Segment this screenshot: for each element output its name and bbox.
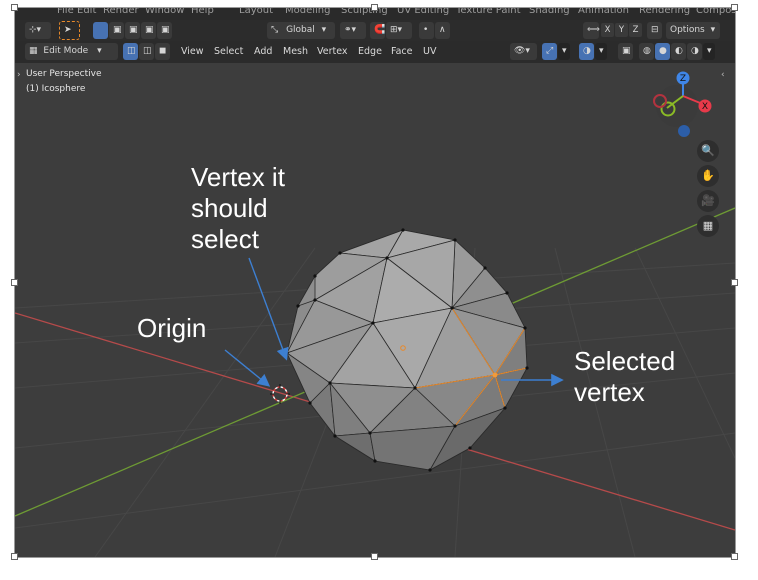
- gizmo-toggle[interactable]: ⤢: [542, 43, 557, 60]
- resize-handle-bottom-left[interactable]: [11, 553, 18, 560]
- pan-hand-icon[interactable]: ✋: [697, 165, 719, 187]
- tab-uv-editing[interactable]: UV Editing: [397, 8, 449, 16]
- tab-compositing[interactable]: Compositing: [696, 8, 735, 16]
- annotation-selected-vertex: Selected vertex: [574, 346, 676, 407]
- snap-toggle[interactable]: 🧲: [370, 22, 385, 39]
- annotation-target-vertex: Vertex it should select: [191, 162, 285, 254]
- tab-modeling[interactable]: Modeling: [285, 8, 331, 16]
- blender-window: Z X File Edit Render Window Help Layout …: [15, 8, 735, 557]
- resize-handle-top[interactable]: [371, 4, 378, 11]
- gizmo-z-label: Z: [680, 74, 686, 84]
- select-intersect-icon[interactable]: ▣: [157, 22, 172, 39]
- tab-shading[interactable]: Shading: [529, 8, 570, 16]
- n-panel-toggle-icon[interactable]: ‹: [721, 70, 725, 80]
- snap-target-dropdown[interactable]: ⊞▾: [386, 22, 412, 39]
- menu-uv[interactable]: UV: [423, 44, 436, 60]
- resize-handle-right[interactable]: [731, 279, 738, 286]
- wireframe-shading-button[interactable]: ◍: [639, 43, 654, 60]
- menu-vertex[interactable]: Vertex: [317, 44, 348, 60]
- face-select-mode-button[interactable]: ◼: [155, 43, 170, 60]
- mirror-y-toggle[interactable]: Y: [615, 23, 628, 37]
- menu-help[interactable]: Help: [191, 8, 214, 16]
- mirror-x-toggle[interactable]: X: [601, 23, 614, 37]
- menu-render[interactable]: Render: [103, 8, 139, 16]
- overlays-dropdown[interactable]: ▾: [595, 43, 607, 60]
- proportional-edit-toggle[interactable]: •: [419, 22, 434, 39]
- resize-handle-top-left[interactable]: [11, 4, 18, 11]
- orientation-icon: ⤡: [271, 25, 279, 35]
- menu-file[interactable]: File: [57, 8, 74, 16]
- material-shading-button[interactable]: ◐: [671, 43, 686, 60]
- view-perspective-label: User Perspective: [26, 69, 102, 79]
- tab-texture-paint[interactable]: Texture Paint: [456, 8, 521, 16]
- tool-header: ⊹▾ ➤ ▣ ▣ ▣ ▣ ⤡ Global ▾ ⚭▾ 🧲 ⊞▾ • ∧ ⟺ X …: [15, 20, 735, 41]
- viewport-canvas[interactable]: Z X: [15, 8, 735, 557]
- navigation-gizmo: Z X: [653, 71, 712, 137]
- falloff-dropdown[interactable]: ∧: [435, 22, 450, 39]
- overlays-toggle[interactable]: ◑: [579, 43, 594, 60]
- select-invert-icon[interactable]: ▣: [141, 22, 156, 39]
- orientation-label: Global: [286, 25, 315, 35]
- options-dropdown[interactable]: Options ▾: [666, 22, 720, 39]
- annotation-origin: Origin: [137, 313, 207, 343]
- xray-toggle[interactable]: ▣: [618, 43, 633, 60]
- camera-view-icon[interactable]: 🎥: [697, 190, 719, 212]
- resize-handle-top-right[interactable]: [731, 4, 738, 11]
- auto-merge-toggle[interactable]: ⊟: [647, 22, 662, 39]
- vertex-select-mode-button[interactable]: ◫: [123, 43, 138, 60]
- select-new-icon[interactable]: [93, 22, 108, 39]
- menu-window[interactable]: Window: [145, 8, 184, 16]
- resize-handle-bottom[interactable]: [371, 553, 378, 560]
- editor-type-dropdown[interactable]: ⊹▾: [25, 22, 51, 39]
- active-object-label: (1) Icosphere: [26, 84, 86, 94]
- menu-add[interactable]: Add: [254, 44, 272, 60]
- select-extend-icon[interactable]: ▣: [109, 22, 124, 39]
- resize-handle-bottom-right[interactable]: [731, 553, 738, 560]
- arrow-to-target-vertex: [248, 257, 289, 361]
- zoom-icon[interactable]: 🔍: [697, 140, 719, 162]
- gizmo-x-label: X: [702, 102, 708, 112]
- mirror-icon[interactable]: ⟺: [583, 22, 600, 39]
- 3d-cursor-icon: [270, 384, 290, 404]
- menu-mesh[interactable]: Mesh: [283, 44, 308, 60]
- select-tool-button[interactable]: ➤: [59, 21, 80, 40]
- mirror-z-toggle[interactable]: Z: [629, 23, 642, 37]
- select-subtract-icon[interactable]: ▣: [125, 22, 140, 39]
- transform-orientation-dropdown[interactable]: ⤡ Global ▾: [267, 22, 335, 39]
- menu-view[interactable]: View: [181, 44, 204, 60]
- rendered-shading-button[interactable]: ◑: [687, 43, 702, 60]
- gizmo-dropdown[interactable]: ▾: [558, 43, 570, 60]
- mode-label: Edit Mode: [43, 46, 89, 56]
- sidebar-toggle-icon[interactable]: ›: [17, 70, 21, 80]
- chevron-down-icon: ▾: [97, 46, 102, 56]
- chevron-down-icon: ▾: [710, 25, 716, 35]
- menu-select[interactable]: Select: [214, 44, 243, 60]
- solid-shading-button[interactable]: ●: [655, 43, 670, 60]
- chevron-down-icon: ▾: [321, 25, 327, 35]
- mode-dropdown[interactable]: ▦ Edit Mode ▾: [25, 43, 118, 60]
- perspective-toggle-icon[interactable]: ▦: [697, 215, 719, 237]
- tab-rendering[interactable]: Rendering: [639, 8, 690, 16]
- shading-dropdown[interactable]: ▾: [703, 43, 715, 60]
- menu-edge[interactable]: Edge: [358, 44, 382, 60]
- options-label: Options: [670, 25, 705, 35]
- tab-animation[interactable]: Animation: [578, 8, 629, 16]
- pivot-point-dropdown[interactable]: ⚭▾: [340, 22, 366, 39]
- menu-face[interactable]: Face: [391, 44, 412, 60]
- edit-mode-icon: ▦: [29, 46, 38, 56]
- menu-edit[interactable]: Edit: [77, 8, 96, 16]
- visibility-dropdown[interactable]: 👁▾: [510, 43, 537, 60]
- selected-vertex: [492, 372, 498, 378]
- tab-sculpting[interactable]: Sculpting: [341, 8, 388, 16]
- resize-handle-left[interactable]: [11, 279, 18, 286]
- tab-layout[interactable]: Layout: [239, 8, 273, 16]
- edge-select-mode-button[interactable]: ◫: [139, 43, 154, 60]
